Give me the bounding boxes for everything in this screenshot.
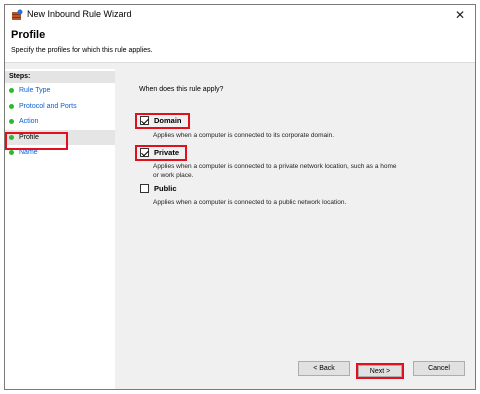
step-dot-icon — [9, 119, 14, 124]
private-checkbox-box[interactable] — [140, 148, 149, 157]
step-dot-icon — [9, 88, 14, 93]
public-checkbox-box[interactable] — [140, 184, 149, 193]
step-label: Name — [19, 149, 38, 156]
page-description: Specify the profiles for which this rule… — [11, 47, 153, 54]
profile-step-highlight — [5, 132, 68, 150]
step-rule-type[interactable]: Rule Type — [5, 83, 115, 99]
private-description-line2: or work place. — [153, 172, 194, 179]
close-icon[interactable]: ✕ — [445, 5, 475, 25]
domain-label: Domain — [154, 116, 182, 125]
public-description: Applies when a computer is connected to … — [153, 199, 347, 206]
private-description-line1: Applies when a computer is connected to … — [153, 163, 397, 170]
back-button-label: < Back — [313, 365, 335, 372]
main-content: When does this rule apply? Domain Applie… — [117, 69, 475, 389]
next-button[interactable]: Next > — [358, 365, 402, 377]
private-label: Private — [154, 148, 180, 157]
domain-checkbox-box[interactable] — [140, 116, 149, 125]
page-header: Profile Specify the profiles for which t… — [5, 25, 475, 63]
firewall-wizard-icon — [11, 9, 23, 21]
step-action[interactable]: Action — [5, 114, 115, 130]
private-checkbox[interactable]: Private — [140, 148, 179, 157]
steps-heading: Steps: — [5, 71, 115, 83]
question-label: When does this rule apply? — [139, 86, 224, 93]
page-title: Profile — [11, 29, 46, 41]
step-label: Rule Type — [19, 87, 51, 94]
cancel-button-label: Cancel — [428, 365, 450, 372]
domain-description: Applies when a computer is connected to … — [153, 132, 335, 139]
domain-checkbox[interactable]: Domain — [140, 116, 182, 125]
window-title: New Inbound Rule Wizard — [27, 9, 132, 19]
back-button[interactable]: < Back — [298, 361, 350, 376]
steps-panel: Steps: Rule Type Protocol and Ports Acti… — [5, 69, 115, 389]
title-bar: New Inbound Rule Wizard ✕ — [5, 5, 475, 25]
step-label: Action — [19, 118, 39, 125]
private-description: Applies when a computer is connected to … — [153, 162, 443, 180]
step-protocol-and-ports[interactable]: Protocol and Ports — [5, 99, 115, 115]
next-button-label: Next > — [369, 367, 391, 375]
cancel-button[interactable]: Cancel — [413, 361, 465, 376]
step-label: Protocol and Ports — [19, 102, 77, 110]
step-dot-icon — [9, 103, 14, 109]
wizard-window: New Inbound Rule Wizard ✕ Profile Specif… — [4, 4, 476, 390]
public-checkbox[interactable]: Public — [140, 184, 177, 193]
public-label: Public — [154, 184, 177, 193]
step-dot-icon — [9, 150, 14, 155]
